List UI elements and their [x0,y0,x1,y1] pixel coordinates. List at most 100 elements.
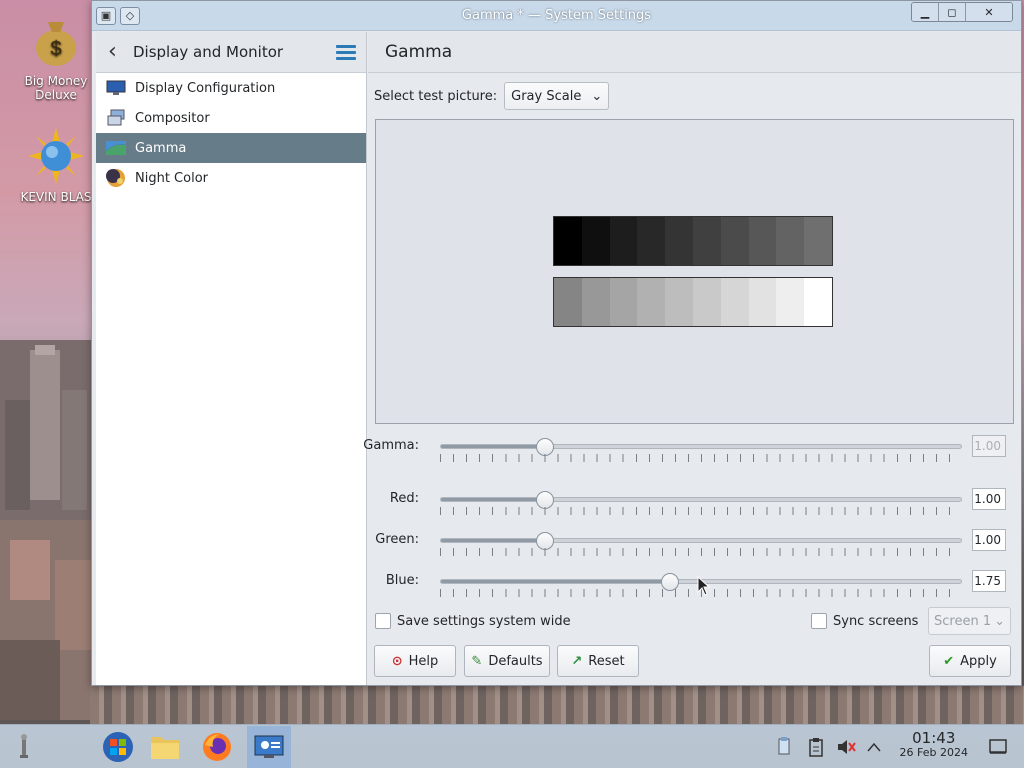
minimize-button[interactable]: ▁ [912,3,939,21]
sidebar-item-label: Gamma [135,140,187,156]
gray-ramp-dark [553,216,833,266]
gray-swatch [720,217,749,265]
green-slider-label: Green: [375,532,419,547]
desktop-icon-big-money[interactable]: $ Big Money Deluxe [8,12,104,102]
gray-swatch [692,278,721,326]
gray-swatch [637,217,666,265]
gray-swatch [637,278,666,326]
gray-ramp-light [553,277,833,327]
green-value-field[interactable]: 1.00 [972,529,1006,551]
chevron-down-icon: ⌄ [591,88,603,104]
help-button-label: Help [408,653,439,669]
clock-time: 01:43 [912,729,956,747]
show-desktop-icon[interactable] [978,726,1018,768]
help-button[interactable]: ⊙ Help [374,645,456,677]
gray-swatch [804,278,832,326]
launcher-icon[interactable] [2,726,46,768]
test-picture-select[interactable]: Gray Scale ⌄ [504,82,610,110]
sidebar-item-compositor[interactable]: Compositor [96,103,366,133]
blue-slider-label: Blue: [385,573,419,588]
system-settings-taskbar-icon[interactable] [247,726,291,768]
help-icon: ⊙ [391,653,403,669]
start-menu-icon[interactable] [96,726,140,768]
hamburger-menu-icon[interactable] [336,42,356,63]
save-system-wide-label: Save settings system wide [397,613,571,629]
sync-screens-option: Sync screens [811,613,918,629]
red-slider[interactable] [440,491,962,509]
back-icon[interactable]: ‹ [108,41,130,63]
defaults-icon: ✎ [471,653,483,669]
defaults-button[interactable]: ✎ Defaults [464,645,550,677]
gray-swatch [748,278,777,326]
screen-select-value: Screen 1 [934,613,992,629]
save-system-wide-option: Save settings system wide [375,613,571,629]
sidebar-header: ‹ Display and Monitor [96,32,366,73]
apply-button[interactable]: ✔ Apply [929,645,1011,677]
pin-icon[interactable]: ◇ [120,6,140,25]
sidebar-item-display-configuration[interactable]: Display Configuration [96,73,366,103]
firefox-icon[interactable] [195,726,239,768]
mouse-cursor-icon [697,576,711,596]
gamma-icon [105,138,127,158]
sun-globe-icon [28,128,84,184]
gray-swatch [581,278,610,326]
gray-swatch [748,217,777,265]
wallpaper-strip [90,686,1024,724]
gray-swatch [692,217,721,265]
red-value-field[interactable]: 1.00 [972,488,1006,510]
night-color-icon [105,168,127,188]
test-picture-picker: Select test picture: Gray Scale ⌄ [374,82,610,110]
file-manager-icon[interactable] [143,726,187,768]
gray-swatch [720,278,749,326]
gamma-slider-label: Gamma: [363,438,419,453]
slider-ticks [440,548,962,556]
sidebar-item-label: Compositor [135,110,210,126]
desktop-wallpaper [0,340,100,720]
desktop-icon-label: Big Money Deluxe [24,74,88,102]
blue-value-field[interactable]: 1.75 [972,570,1006,592]
gamma-value-field[interactable]: 1.00 [972,435,1006,457]
gray-swatch [554,217,582,265]
system-settings-window: ▣ ◇ Gamma * — System Settings ▁ ◻ ✕ ‹ Di… [91,0,1022,686]
slider-ticks [440,507,962,515]
compositor-icon [105,108,127,128]
desktop-icon-label: KEVIN BLAS [20,190,92,204]
gamma-slider-row: Gamma: 1.00 [363,434,1014,462]
screen-select[interactable]: Screen 1 ⌄ [928,607,1011,635]
sidebar-item-label: Night Color [135,170,208,186]
apply-button-label: Apply [960,653,997,669]
gamma-page: Gamma Select test picture: Gray Scale ⌄ … [363,32,1021,685]
maximize-button[interactable]: ◻ [939,3,966,21]
green-slider[interactable] [440,532,962,550]
display-icon [105,78,127,98]
gray-swatch [554,278,582,326]
sidebar: ‹ Display and Monitor Display Configurat… [96,32,367,685]
defaults-button-label: Defaults [488,653,543,669]
test-picture-value: Gray Scale [511,88,582,104]
reset-button[interactable]: ↗ Reset [557,645,639,677]
gray-swatch [609,217,638,265]
gray-swatch [804,217,832,265]
test-picture-area [375,119,1014,424]
tray-expand-icon[interactable] [854,726,894,768]
sync-screens-checkbox[interactable] [811,613,827,629]
desktop-icon-kevin[interactable]: KEVIN BLAS [8,128,104,204]
gray-swatch [776,278,805,326]
gray-swatch [665,217,693,265]
sidebar-item-label: Display Configuration [135,80,276,96]
app-menu-icon[interactable]: ▣ [96,6,116,25]
chevron-down-icon: ⌄ [994,613,1005,629]
blue-slider-row: Blue: 1.75 [374,569,1014,597]
green-slider-row: Green: 1.00 [374,528,1014,556]
clock[interactable]: 01:43 26 Feb 2024 [900,730,968,759]
test-picture-label: Select test picture: [374,88,498,104]
window-titlebar[interactable]: ▣ ◇ Gamma * — System Settings ▁ ◻ ✕ [92,1,1021,31]
gamma-slider[interactable] [440,438,962,456]
sidebar-item-gamma[interactable]: Gamma [96,133,366,163]
save-system-wide-checkbox[interactable] [375,613,391,629]
close-button[interactable]: ✕ [966,3,1012,21]
gray-swatch [665,278,693,326]
window-title: Gamma * — System Settings [461,8,652,23]
sidebar-item-night-color[interactable]: Night Color [96,163,366,193]
reset-button-label: Reset [588,653,625,669]
